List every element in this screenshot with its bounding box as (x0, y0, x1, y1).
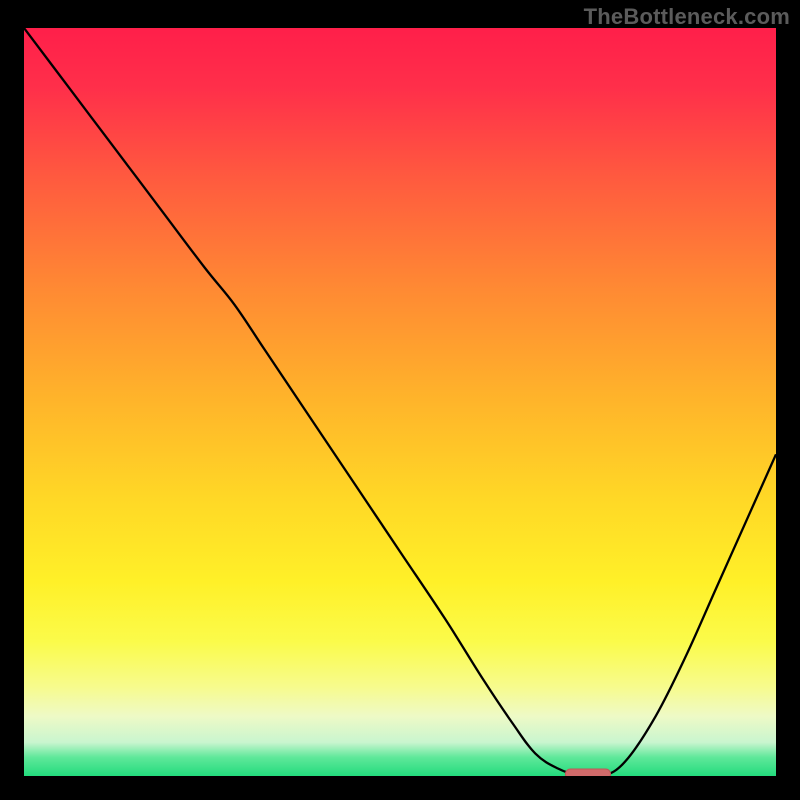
watermark-text: TheBottleneck.com (584, 4, 790, 30)
chart-frame: TheBottleneck.com (0, 0, 800, 800)
optimal-marker (565, 769, 610, 776)
chart-svg (24, 28, 776, 776)
gradient-background (24, 28, 776, 776)
plot-area (24, 28, 776, 776)
